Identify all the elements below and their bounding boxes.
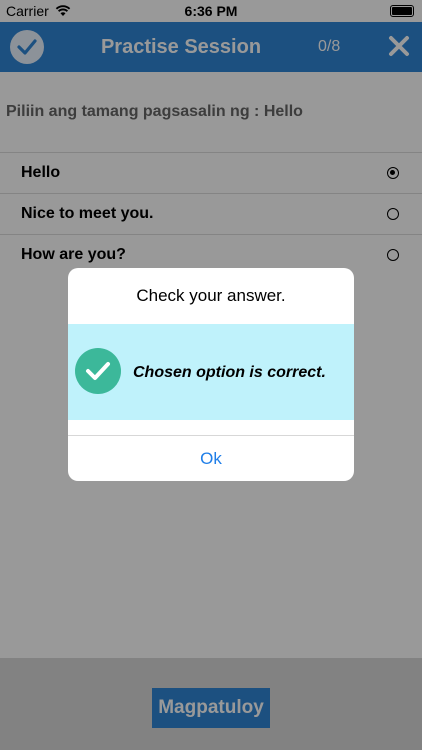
ok-button[interactable]: Ok	[68, 436, 354, 481]
check-circle-icon	[75, 348, 121, 394]
dialog-message-box: Chosen option is correct.	[68, 324, 354, 420]
dialog-title: Check your answer.	[136, 286, 286, 305]
check-answer-dialog: Check your answer. Chosen option is corr…	[68, 268, 354, 481]
app-screen: Carrier 6:36 PM Practise Session 0/8 Pil…	[0, 0, 422, 750]
dialog-message: Chosen option is correct.	[133, 364, 326, 381]
